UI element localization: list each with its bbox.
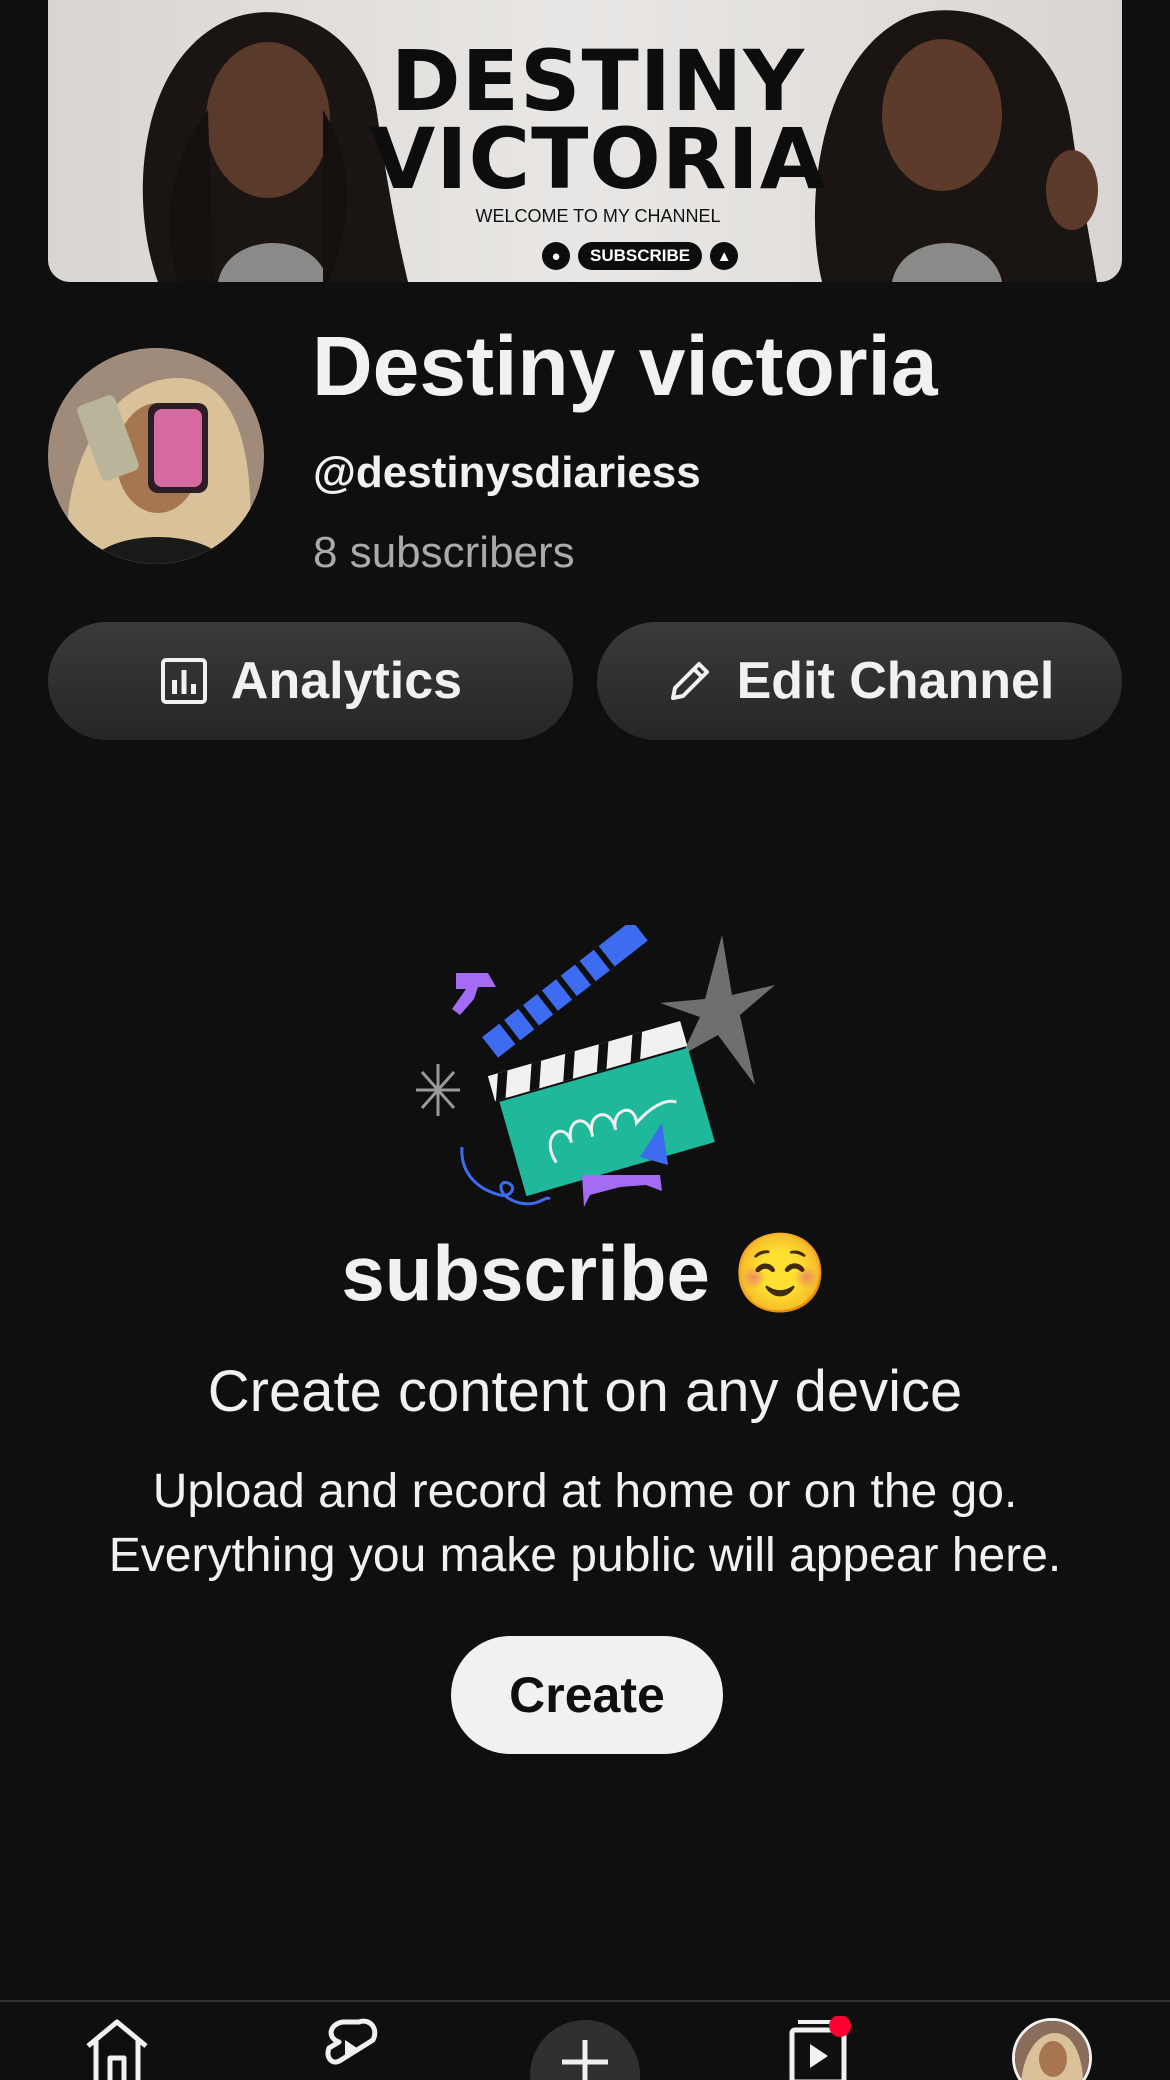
empty-state-body-line1: Upload and record at home or on the go.	[152, 1465, 1018, 1518]
avatar-image	[48, 348, 264, 564]
banner-subscribe-graphic: SUBSCRIBE	[578, 242, 703, 270]
edit-channel-button[interactable]: Edit Channel	[597, 622, 1122, 740]
banner-title-line1: DESTINY	[390, 32, 806, 130]
banner-title-line2: VICTORIA	[370, 110, 826, 208]
channel-banner: DESTINY VICTORIA WELCOME TO MY CHANNEL ●…	[48, 0, 1122, 282]
banner-title: DESTINY VICTORIA	[348, 32, 848, 208]
clapperboard-illustration	[416, 925, 775, 1207]
nav-shorts[interactable]	[310, 2016, 390, 2080]
thumbs-up-icon: ▲	[710, 242, 739, 270]
pencil-icon	[670, 662, 709, 700]
analytics-button[interactable]: Analytics	[48, 622, 573, 740]
create-plus-icon	[562, 2040, 608, 2080]
shorts-icon	[325, 2018, 378, 2065]
subscriber-count: 8 subscribers	[313, 528, 575, 577]
empty-state-heading: Create content on any device	[207, 1359, 963, 1424]
banner-action-row: ● SUBSCRIBE ▲	[542, 240, 739, 272]
empty-state-title: subscribe ☺️	[341, 1229, 829, 1317]
nav-home[interactable]	[77, 2016, 157, 2080]
nav-create[interactable]	[530, 2020, 640, 2080]
profile-avatar	[1015, 2021, 1089, 2080]
home-icon	[86, 2019, 148, 2080]
channel-name: Destiny victoria	[312, 319, 938, 413]
bell-icon: ●	[542, 242, 570, 270]
empty-state-body: Upload and record at home or on the go. …	[40, 1460, 1130, 1588]
bottom-navigation	[0, 2000, 1170, 2080]
notification-dot	[829, 2016, 851, 2037]
analytics-icon	[160, 658, 207, 704]
channel-handle: @destinysdiariess	[313, 448, 701, 497]
edit-channel-label: Edit Channel	[736, 652, 1055, 710]
subscriptions-icon	[789, 2016, 851, 2080]
analytics-label: Analytics	[230, 652, 463, 710]
channel-page: DESTINY VICTORIA WELCOME TO MY CHANNEL ●…	[0, 0, 1170, 2080]
nav-subscriptions[interactable]	[778, 2016, 858, 2080]
nav-profile[interactable]	[1012, 2018, 1092, 2080]
channel-avatar[interactable]	[48, 348, 264, 564]
empty-state-body-line2: Everything you make public will appear h…	[108, 1529, 1062, 1582]
create-button[interactable]: Create	[451, 1636, 723, 1754]
banner-subtitle: WELCOME TO MY CHANNEL	[475, 206, 721, 226]
